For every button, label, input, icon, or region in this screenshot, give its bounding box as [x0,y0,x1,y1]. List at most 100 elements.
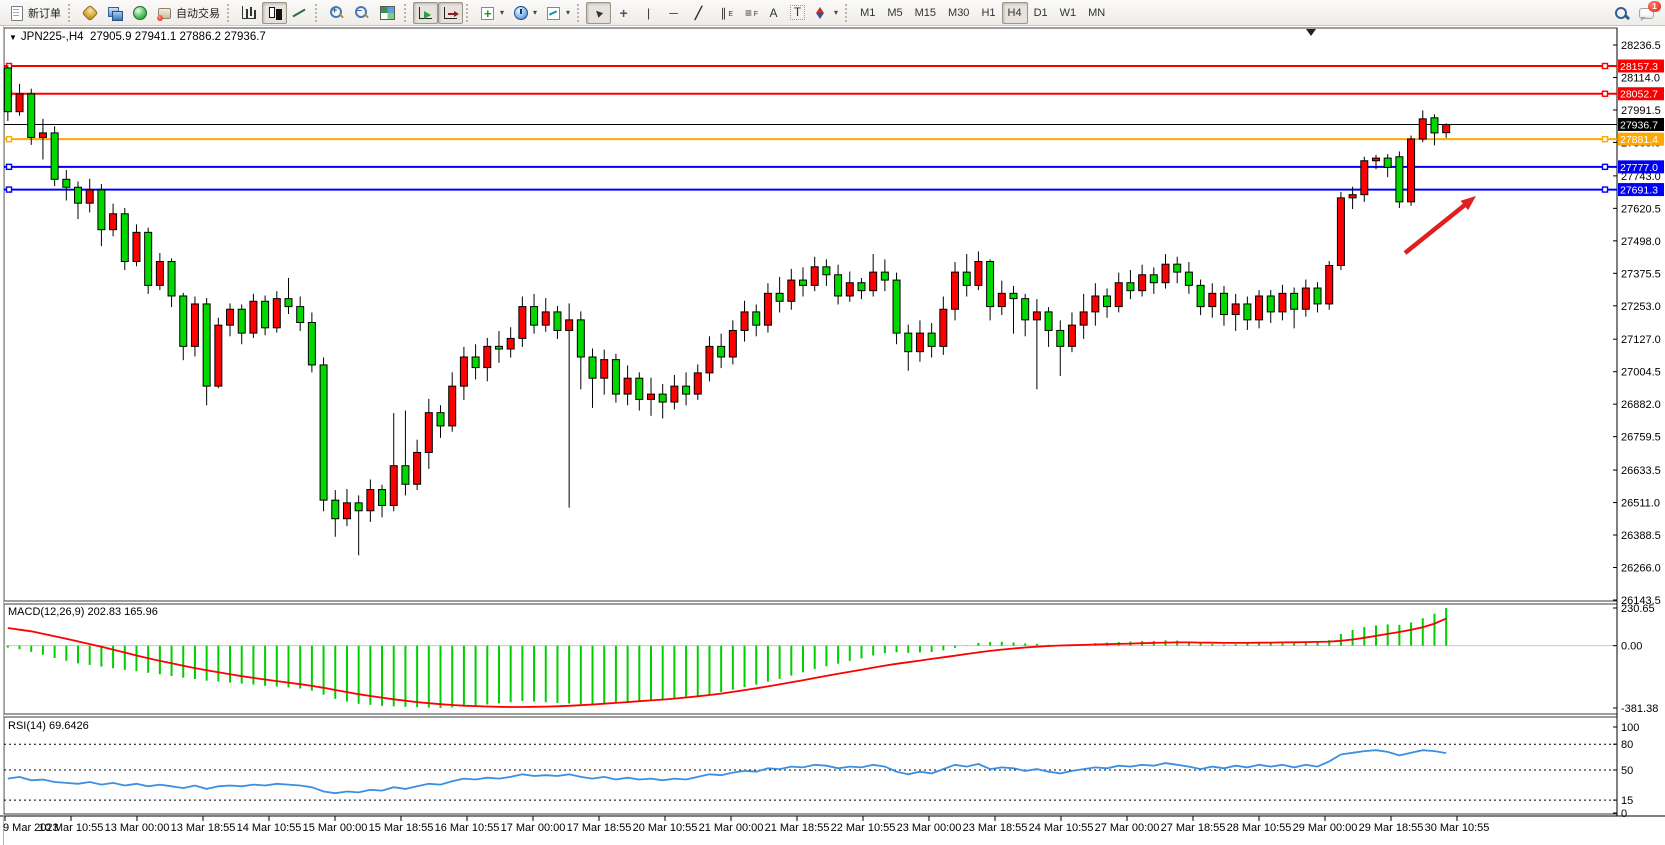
symbol-period-label: JPN225-,H4 [21,31,84,43]
candle [1010,293,1017,298]
candle [823,267,830,275]
price-tick-label: 28236.5 [1621,40,1661,52]
search-icon[interactable] [1613,5,1630,21]
timeframe-m1[interactable]: M1 [854,2,881,24]
rsi-scale-label: 15 [1621,795,1633,807]
candle [472,357,479,368]
navigator-button[interactable] [102,2,127,24]
candle [1127,283,1134,291]
tile-windows-button[interactable] [374,2,401,24]
cursor-tool-button[interactable]: ► [586,2,611,24]
price-badge-label: 28157.3 [1620,61,1658,73]
candle [1174,264,1181,272]
level-line-handle[interactable] [1603,137,1608,142]
time-tick-label: 20 Mar 10:55 [633,822,698,834]
candle [250,301,257,333]
toolbar-gripper [315,4,321,22]
trendline-tool-button[interactable]: ╱ [686,2,711,24]
level-line-handle[interactable] [1603,64,1608,69]
bar-chart-mode-button[interactable] [236,2,262,24]
chart-shift-icon [444,7,457,19]
text-tool-button[interactable]: A [761,2,786,24]
time-tick-label: 27 Mar 18:55 [1161,822,1226,834]
timeframe-m15[interactable]: M15 [909,2,942,24]
autotrading-icon [156,5,173,21]
timeframe-h1[interactable]: H1 [975,2,1001,24]
price-chart-canvas[interactable]: 28236.528114.027991.527869.027743.027620… [0,26,1665,845]
candle [1080,312,1087,325]
time-tick-label: 23 Mar 18:55 [963,822,1028,834]
time-tick-label: 28 Mar 10:55 [1227,822,1292,834]
timeframe-group: M1M5M15M30H1H4D1W1MN [854,2,1111,24]
candle [519,307,526,339]
candle [133,232,140,261]
level-line-handle[interactable] [1603,164,1608,169]
equidistant-channel-tool-button[interactable]: ∥E [711,2,736,24]
line-chart-icon [291,5,308,21]
level-line-handle[interactable] [7,137,12,142]
time-tick-label: 13 Mar 18:55 [171,822,236,834]
autotrading-button[interactable]: 自动交易 [152,2,224,24]
time-tick-label: 22 Mar 10:55 [831,822,896,834]
candle [764,293,771,325]
time-tick-label: 13 Mar 00:00 [105,822,170,834]
periods-icon [512,5,529,21]
notifications-icon[interactable]: 1 [1638,5,1655,21]
candle [647,394,654,399]
market-watch-button[interactable] [77,2,102,24]
text-label-tool-button[interactable]: T [786,2,809,24]
main-pane [4,28,1617,601]
timeframe-mn[interactable]: MN [1082,2,1111,24]
horizontal-line-icon: ─ [665,5,682,21]
price-tick-label: 27991.5 [1621,105,1661,117]
auto-scroll-icon [419,7,432,19]
new-order-button[interactable]: 新订单 [4,2,65,24]
horizontal-line-tool-button[interactable]: ─ [661,2,686,24]
crosshair-tool-button[interactable]: + [611,2,636,24]
level-line-handle[interactable] [1603,187,1608,192]
timeframe-h4[interactable]: H4 [1002,2,1028,24]
timeframe-m30[interactable]: M30 [942,2,975,24]
chart-title[interactable]: ▼JPN225-,H4 27905.9 27941.1 27886.2 2793… [9,31,266,43]
price-tick-label: 26633.5 [1621,465,1661,477]
candle-chart-mode-button[interactable] [262,2,287,24]
candle [928,333,935,346]
candle [718,346,725,357]
level-line-handle[interactable] [1603,91,1608,96]
vertical-line-tool-button[interactable]: | [636,2,661,24]
candle [1256,296,1263,320]
chevron-down-icon: ▾ [566,8,570,17]
candle [952,272,959,309]
symbol-menu-icon[interactable]: ▼ [9,33,17,42]
candle [1209,293,1216,306]
candle [1302,288,1309,309]
text-label-icon: T [790,5,805,20]
candle [1092,296,1099,312]
arrows-tool-button[interactable]: ▾ [809,2,842,24]
templates-button[interactable]: ▾ [541,2,574,24]
candle [145,232,152,285]
chart-shift-button[interactable] [438,2,463,24]
auto-scroll-button[interactable] [413,2,438,24]
fibonacci-tool-button[interactable]: ≡F [736,2,761,24]
timeframe-w1[interactable]: W1 [1054,2,1083,24]
periods-button[interactable]: ▾ [508,2,541,24]
candle [975,262,982,286]
chevron-down-icon: ▾ [533,8,537,17]
signals-button[interactable] [127,2,152,24]
zoom-in-button[interactable]: + [324,2,349,24]
level-line-handle[interactable] [7,187,12,192]
channel-icon: ∥E [715,5,732,21]
candle [659,394,666,402]
price-tick-label: 27498.0 [1621,236,1661,248]
level-line-handle[interactable] [7,164,12,169]
mt4-terminal: { "toolbar": { "new_order_label": "新订单",… [0,0,1665,845]
toolbar-gripper [227,4,233,22]
line-chart-mode-button[interactable] [287,2,312,24]
time-tick-label: 29 Mar 00:00 [1293,822,1358,834]
indicators-button[interactable]: ▾ [475,2,508,24]
zoom-out-button[interactable]: – [349,2,374,24]
timeframe-m5[interactable]: M5 [881,2,908,24]
candle [39,133,46,138]
timeframe-d1[interactable]: D1 [1028,2,1054,24]
